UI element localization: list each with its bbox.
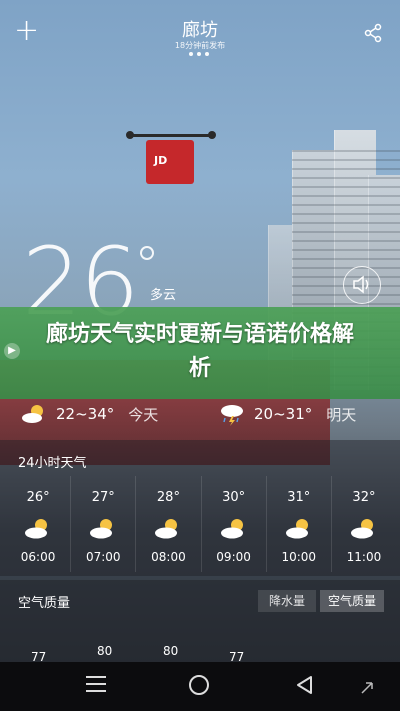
partly-cloudy-icon bbox=[219, 516, 249, 542]
hourly-time: 09:00 bbox=[216, 550, 251, 564]
thunderstorm-icon bbox=[218, 402, 246, 426]
drone-rotor bbox=[208, 131, 216, 139]
hourly-time: 11:00 bbox=[346, 550, 382, 564]
city-name[interactable]: 廊坊 bbox=[0, 16, 400, 42]
partly-cloudy-icon bbox=[23, 516, 53, 542]
drone-arm bbox=[128, 134, 214, 137]
hourly-time: 06:00 bbox=[20, 550, 56, 564]
air-quality-title: 空气质量 bbox=[18, 596, 71, 611]
share-icon[interactable] bbox=[362, 22, 384, 44]
hourly-time: 07:00 bbox=[85, 550, 121, 564]
summary-tomorrow-label: 明天 bbox=[326, 405, 357, 424]
hourly-title: 24小时天气 bbox=[18, 456, 87, 471]
partly-cloudy-icon bbox=[349, 516, 379, 542]
summary-today-label: 今天 bbox=[128, 405, 159, 424]
drone-rotor bbox=[126, 131, 134, 139]
back-icon[interactable] bbox=[294, 674, 314, 696]
hourly-time: 08:00 bbox=[151, 550, 186, 564]
degree-symbol bbox=[140, 246, 154, 260]
hourly-temp: 27° bbox=[91, 490, 115, 505]
summary-tomorrow-range: 20~31° bbox=[254, 405, 313, 423]
hourly-temp: 30° bbox=[222, 490, 246, 505]
top-bar: + 廊坊 18分钟前发布 bbox=[0, 0, 400, 64]
partly-cloudy-icon bbox=[20, 402, 48, 426]
update-time: 18分钟前发布 bbox=[174, 41, 226, 50]
hourly-temp: 31° bbox=[287, 490, 311, 505]
hourly-item[interactable]: 31° 10:00 bbox=[267, 476, 332, 572]
current-condition: 多云 bbox=[150, 288, 177, 303]
partly-cloudy-icon bbox=[153, 516, 183, 542]
aqi-value: 80 bbox=[97, 644, 113, 658]
aqi-value: 80 bbox=[163, 644, 179, 658]
hourly-time: 10:00 bbox=[281, 550, 317, 564]
page-indicator bbox=[189, 52, 211, 57]
hourly-list[interactable]: 26° 06:00 27° 07:00 28° 08:00 30° 09:00 … bbox=[6, 476, 396, 572]
daily-summary: 22~34° 今天 20~31° 明天 bbox=[0, 396, 400, 432]
partly-cloudy-icon bbox=[284, 516, 314, 542]
hourly-item[interactable]: 32° 11:00 bbox=[332, 476, 396, 572]
summary-tomorrow[interactable]: 20~31° 明天 bbox=[218, 396, 356, 432]
tab-precipitation[interactable]: 降水量 bbox=[258, 590, 316, 612]
drone: JD bbox=[146, 140, 194, 184]
partly-cloudy-icon bbox=[88, 516, 118, 542]
hourly-item[interactable]: 27° 07:00 bbox=[71, 476, 137, 572]
collapse-icon[interactable] bbox=[360, 680, 374, 694]
banner-title: 廊坊天气实时更新与语诺价格解析 bbox=[45, 322, 354, 381]
tab-air-quality[interactable]: 空气质量 bbox=[320, 590, 384, 612]
summary-today[interactable]: 22~34° 今天 bbox=[20, 396, 158, 432]
voice-broadcast-button[interactable] bbox=[343, 266, 381, 304]
home-icon[interactable] bbox=[189, 675, 209, 695]
hourly-item[interactable]: 28° 08:00 bbox=[136, 476, 202, 572]
hourly-temp: 32° bbox=[352, 490, 376, 505]
hourly-temp: 28° bbox=[156, 490, 180, 505]
summary-today-range: 22~34° bbox=[56, 405, 115, 423]
hourly-item[interactable]: 30° 09:00 bbox=[202, 476, 267, 572]
speaker-icon bbox=[353, 275, 369, 294]
menu-icon[interactable] bbox=[86, 676, 106, 694]
hourly-temp: 26° bbox=[26, 490, 50, 505]
hourly-item[interactable]: 26° 06:00 bbox=[6, 476, 72, 572]
